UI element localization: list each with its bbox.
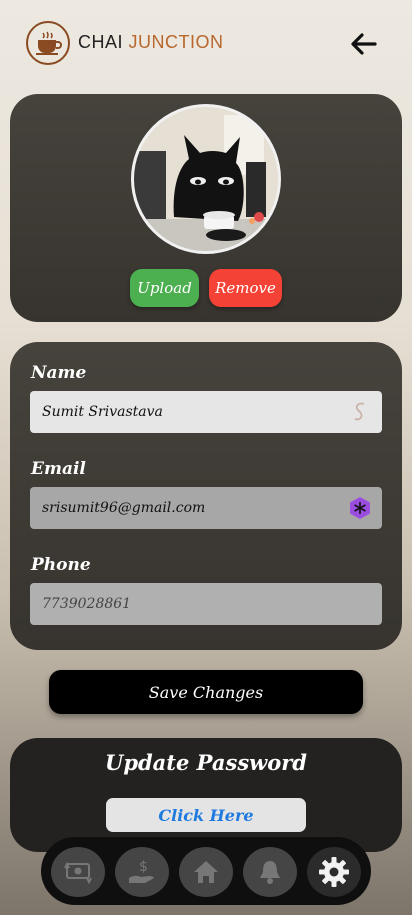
upload-button[interactable]: Upload	[130, 269, 199, 307]
save-changes-button[interactable]: Save Changes	[49, 670, 363, 714]
tea-cup-icon	[26, 21, 70, 65]
phone-field[interactable]: 7739028861	[30, 583, 382, 625]
money-exchange-icon	[64, 861, 92, 885]
bell-icon	[260, 861, 280, 884]
email-label: Email	[31, 459, 86, 479]
brand-name: CHAI JUNCTION	[78, 32, 224, 53]
brand-prefix: CHAI	[78, 32, 124, 52]
update-password-card: Update Password Click Here	[10, 738, 402, 852]
profile-photo-card: Upload Remove	[10, 94, 402, 322]
arrow-left-icon	[351, 33, 377, 55]
gear-icon	[319, 857, 349, 887]
nav-payments[interactable]: $	[115, 847, 169, 897]
nav-notifications[interactable]	[243, 847, 297, 897]
brand-suffix: JUNCTION	[128, 32, 224, 52]
signature-icon	[354, 402, 365, 421]
bottom-navbar: $	[41, 837, 371, 905]
svg-text:$: $	[139, 859, 148, 875]
remove-button[interactable]: Remove	[209, 269, 282, 307]
avatar[interactable]	[131, 104, 281, 254]
profile-form-card: Name Sumit Srivastava Email srisumit96@g…	[10, 342, 402, 650]
nav-transactions[interactable]	[51, 847, 105, 897]
name-label: Name	[31, 363, 87, 383]
home-icon	[194, 861, 218, 883]
extension-icon[interactable]	[348, 496, 372, 520]
click-here-button[interactable]: Click Here	[106, 798, 306, 832]
app-header: CHAI JUNCTION	[0, 0, 412, 90]
email-value: srisumit96@gmail.com	[42, 500, 206, 516]
phone-label: Phone	[31, 555, 91, 575]
update-password-title: Update Password	[105, 750, 307, 775]
back-button[interactable]	[348, 30, 380, 58]
nav-home[interactable]	[179, 847, 233, 897]
phone-value: 7739028861	[42, 596, 132, 612]
name-field[interactable]: Sumit Srivastava	[30, 391, 382, 433]
hand-dollar-icon: $	[129, 859, 154, 883]
nav-settings[interactable]	[307, 847, 361, 897]
name-value: Sumit Srivastava	[42, 404, 163, 420]
email-field[interactable]: srisumit96@gmail.com	[30, 487, 382, 529]
